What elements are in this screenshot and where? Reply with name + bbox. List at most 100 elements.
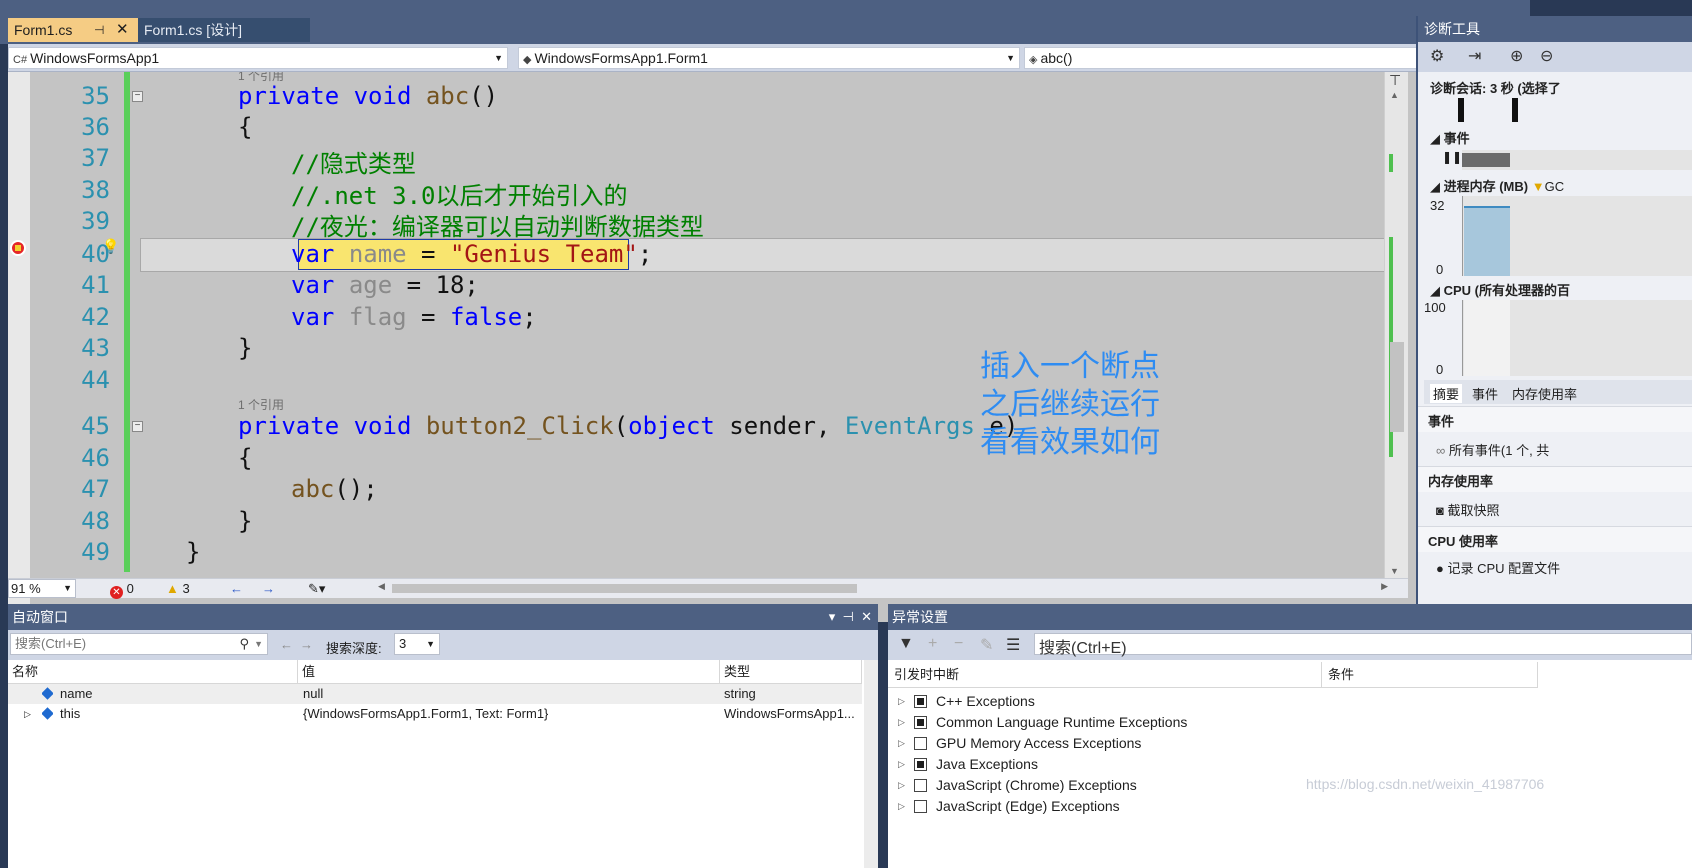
search-input[interactable]: 搜索(Ctrl+E): [1034, 633, 1692, 657]
checkbox[interactable]: [914, 758, 927, 771]
code-line-48[interactable]: }: [238, 507, 252, 535]
warning-count[interactable]: ▲ 3: [166, 581, 190, 597]
search-icon[interactable]: ⚲: [239, 634, 249, 654]
tab-memory[interactable]: 内存使用率: [1512, 384, 1577, 403]
chevron-down-icon[interactable]: ▼: [254, 634, 263, 654]
exception-category-row[interactable]: ▷ JavaScript (Chrome) Exceptions: [888, 775, 1692, 796]
class-dropdown[interactable]: ◆ WindowsFormsApp1.Form1 ▼: [518, 47, 1020, 69]
expand-icon[interactable]: ▷: [898, 754, 905, 775]
column-header-type[interactable]: 类型: [720, 660, 862, 684]
expand-icon[interactable]: ▷: [898, 733, 905, 754]
code-line-42[interactable]: var flag = false;: [291, 303, 537, 331]
exception-category-row[interactable]: ▷ JavaScript (Edge) Exceptions: [888, 796, 1692, 817]
export-icon[interactable]: ⇥: [1468, 46, 1481, 66]
memory-chart[interactable]: [1462, 196, 1692, 276]
code-line-46[interactable]: {: [238, 444, 252, 472]
row-value[interactable]: {WindowsFormsApp1.Form1, Text: Form1}: [303, 704, 548, 724]
collapse-toggle-icon[interactable]: −: [132, 91, 143, 102]
row-value[interactable]: null: [303, 684, 323, 704]
column-header-conditions[interactable]: 条件: [1322, 662, 1538, 688]
pause-icon[interactable]: ❚❚: [1442, 150, 1462, 164]
back-arrow-icon[interactable]: ←: [280, 637, 293, 652]
breakpoint-current-icon[interactable]: [10, 240, 26, 256]
code-line-45[interactable]: private void button2_Click(object sender…: [238, 412, 1018, 440]
exception-category-row[interactable]: ▷ GPU Memory Access Exceptions: [888, 733, 1692, 754]
memory-section-label[interactable]: ◢ 进程内存 (MB) ▼GC: [1430, 176, 1564, 195]
gear-icon[interactable]: ⚙: [1430, 46, 1444, 66]
editor-vertical-scrollbar[interactable]: ⊤ ▲ ▼: [1384, 72, 1408, 578]
pin-icon[interactable]: ⊣: [843, 609, 854, 624]
tab-form1-cs[interactable]: Form1.cs ⊣ ✕: [8, 18, 138, 42]
add-icon[interactable]: +: [928, 635, 937, 653]
dropdown-icon[interactable]: ▾: [829, 609, 836, 624]
code-editor[interactable]: 💡 35 36 37 38 39 40 41 42 43 44 45 46 47…: [8, 72, 1506, 622]
brush-icon[interactable]: ✎▾: [308, 581, 325, 597]
zoom-in-icon[interactable]: ⊕: [1510, 46, 1523, 66]
scroll-thumb[interactable]: [392, 584, 857, 593]
code-line-40[interactable]: var name = "Genius Team";: [291, 240, 652, 268]
code-line-35[interactable]: private void abc(): [238, 82, 498, 110]
code-line-36[interactable]: {: [238, 113, 252, 141]
zoom-out-icon[interactable]: ⊖: [1540, 46, 1553, 66]
tab-form1-designer[interactable]: Form1.cs [设计]: [138, 18, 310, 42]
expand-icon[interactable]: ▷: [898, 775, 905, 796]
close-icon[interactable]: ✕: [861, 609, 872, 624]
scroll-down-icon[interactable]: ▼: [1390, 566, 1399, 576]
scroll-thumb[interactable]: [1390, 342, 1404, 432]
autos-vertical-scrollbar[interactable]: [864, 660, 878, 868]
expand-icon[interactable]: ▷: [898, 796, 905, 817]
column-header-name[interactable]: 名称: [8, 660, 298, 684]
events-section-label[interactable]: ◢ 事件: [1430, 128, 1470, 147]
forward-arrow-icon[interactable]: →: [300, 637, 313, 652]
collapse-toggle-icon[interactable]: −: [132, 421, 143, 432]
exception-category-row[interactable]: ▷ C++ Exceptions: [888, 691, 1692, 712]
error-count[interactable]: ✕ 0: [110, 581, 134, 599]
code-line-47[interactable]: abc();: [291, 475, 378, 503]
expand-icon[interactable]: ▷: [898, 691, 905, 712]
column-header-break-when-thrown[interactable]: 引发时中断: [888, 662, 1322, 688]
scroll-left-icon[interactable]: ◀: [378, 581, 385, 592]
checkbox[interactable]: [914, 779, 927, 792]
breakpoint-margin[interactable]: [8, 72, 30, 622]
tab-summary[interactable]: 摘要: [1430, 384, 1463, 403]
search-depth-dropdown[interactable]: 3 ▼: [394, 633, 440, 655]
cpu-chart[interactable]: [1462, 300, 1692, 376]
cpu-section-label[interactable]: ◢ CPU (所有处理器的百: [1430, 280, 1570, 299]
code-line-39[interactable]: //夜光：编译器可以自动判断数据类型: [291, 207, 704, 242]
column-header-value[interactable]: 值: [298, 660, 720, 684]
expand-icon[interactable]: ▷: [24, 704, 31, 724]
exception-category-row[interactable]: ▷ Java Exceptions: [888, 754, 1692, 775]
checkbox[interactable]: [914, 737, 927, 750]
navigate-back-button[interactable]: ←: [230, 581, 243, 597]
record-cpu-button[interactable]: ● 记录 CPU 配置文件: [1436, 558, 1560, 577]
remove-icon[interactable]: −: [954, 635, 963, 653]
restore-list-icon[interactable]: ☰: [1006, 635, 1020, 655]
table-row[interactable]: ▷ this {WindowsFormsApp1.Form1, Text: Fo…: [8, 704, 862, 724]
filter-icon[interactable]: ▼: [898, 635, 914, 653]
expand-icon[interactable]: ▷: [898, 712, 905, 733]
checkbox[interactable]: [914, 800, 927, 813]
split-window-icon[interactable]: ⊤: [1389, 72, 1401, 89]
pin-icon[interactable]: ⊣: [94, 18, 104, 42]
code-line-41[interactable]: var age = 18;: [291, 271, 479, 299]
all-events-link[interactable]: ∞ 所有事件(1 个, 共: [1436, 440, 1549, 459]
code-line-43[interactable]: }: [238, 334, 252, 362]
close-icon[interactable]: ✕: [116, 18, 129, 42]
table-row[interactable]: name null string: [8, 684, 862, 704]
checkbox[interactable]: [914, 695, 927, 708]
scroll-right-icon[interactable]: ▶: [1381, 581, 1388, 592]
take-snapshot-button[interactable]: ◙ 截取快照: [1436, 500, 1500, 519]
code-line-37[interactable]: //隐式类型: [291, 144, 416, 179]
project-dropdown[interactable]: C# WindowsFormsApp1 ▼: [8, 47, 508, 69]
editor-horizontal-scrollbar[interactable]: ◀ ▶: [378, 581, 1388, 596]
checkbox[interactable]: [914, 716, 927, 729]
code-line-49[interactable]: }: [186, 538, 200, 566]
navigate-forward-button[interactable]: →: [262, 581, 275, 597]
tab-events[interactable]: 事件: [1472, 384, 1498, 403]
exception-category-row[interactable]: ▷ Common Language Runtime Exceptions: [888, 712, 1692, 733]
codelens-references[interactable]: 1 个引用: [238, 396, 284, 413]
code-line-38[interactable]: //.net 3.0以后才开始引入的: [291, 176, 628, 211]
edit-icon[interactable]: ✎: [980, 635, 993, 655]
search-input[interactable]: 搜索(Ctrl+E) ⚲ ▼: [10, 633, 268, 655]
zoom-dropdown[interactable]: 91 % ▼: [8, 579, 76, 598]
